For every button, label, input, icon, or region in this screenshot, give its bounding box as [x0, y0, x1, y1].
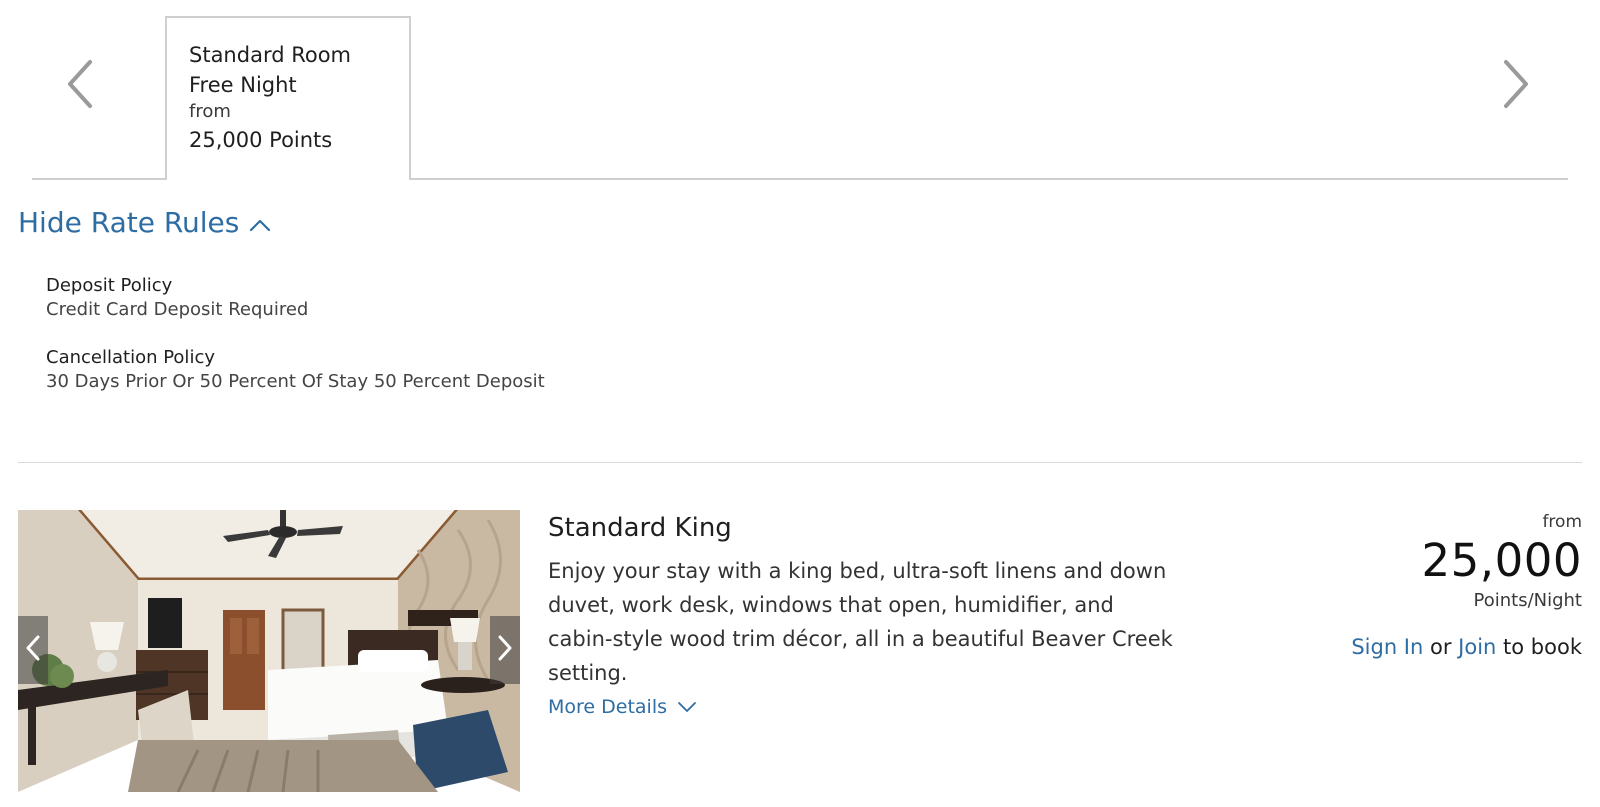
- more-details-link[interactable]: More Details: [548, 696, 697, 718]
- price-from-label: from: [1542, 512, 1582, 532]
- tab-title: Standard Room Free Night: [189, 43, 352, 97]
- price-points: 25,000: [1421, 534, 1582, 587]
- hide-rate-rules-toggle[interactable]: Hide Rate Rules: [18, 206, 271, 239]
- price-unit: Points/Night: [1473, 590, 1583, 611]
- or-text: or: [1430, 635, 1452, 659]
- join-link[interactable]: Join: [1458, 635, 1496, 659]
- chevron-left-icon: [25, 634, 41, 666]
- chevron-left-icon[interactable]: [62, 56, 102, 112]
- rule-value: Credit Card Deposit Required: [46, 299, 309, 320]
- rule-title: Deposit Policy: [46, 275, 173, 296]
- tab-points: 25,000 Points: [189, 128, 333, 152]
- rule-deposit-policy: Deposit Policy Credit Card Deposit Requi…: [46, 274, 545, 322]
- chevron-up-icon: [249, 206, 271, 239]
- room-description: Enjoy your stay with a king bed, ultra-s…: [548, 559, 1173, 685]
- rate-rules-list: Deposit Policy Credit Card Deposit Requi…: [46, 274, 545, 418]
- room-photo: [18, 510, 520, 792]
- rule-title: Cancellation Policy: [46, 347, 215, 368]
- rule-value: 30 Days Prior Or 50 Percent Of Stay 50 P…: [46, 371, 545, 392]
- room-rates-page: Standard Room Free Night from 25,000 Poi…: [0, 0, 1600, 807]
- section-divider: [18, 462, 1582, 463]
- price-block: from 25,000 Points/Night Sign In or Join…: [1351, 510, 1582, 662]
- hide-rate-rules-label: Hide Rate Rules: [18, 206, 240, 239]
- chevron-right-icon: [497, 634, 513, 666]
- chevron-right-icon[interactable]: [1494, 56, 1534, 112]
- image-prev-button[interactable]: [18, 616, 48, 684]
- room-name: Standard King: [548, 513, 732, 543]
- rule-cancellation-policy: Cancellation Policy 30 Days Prior Or 50 …: [46, 346, 545, 394]
- room-photo-illustration: [18, 510, 520, 792]
- tab-from-label: from: [189, 101, 231, 122]
- tab-standard-room-free-night[interactable]: Standard Room Free Night from 25,000 Poi…: [165, 16, 411, 180]
- to-book-text: to book: [1503, 635, 1582, 659]
- chevron-down-icon: [677, 696, 697, 718]
- booking-prompt: Sign In or Join to book: [1351, 632, 1582, 662]
- image-next-button[interactable]: [490, 616, 520, 684]
- sign-in-link[interactable]: Sign In: [1351, 635, 1423, 659]
- more-details-label: More Details: [548, 696, 668, 718]
